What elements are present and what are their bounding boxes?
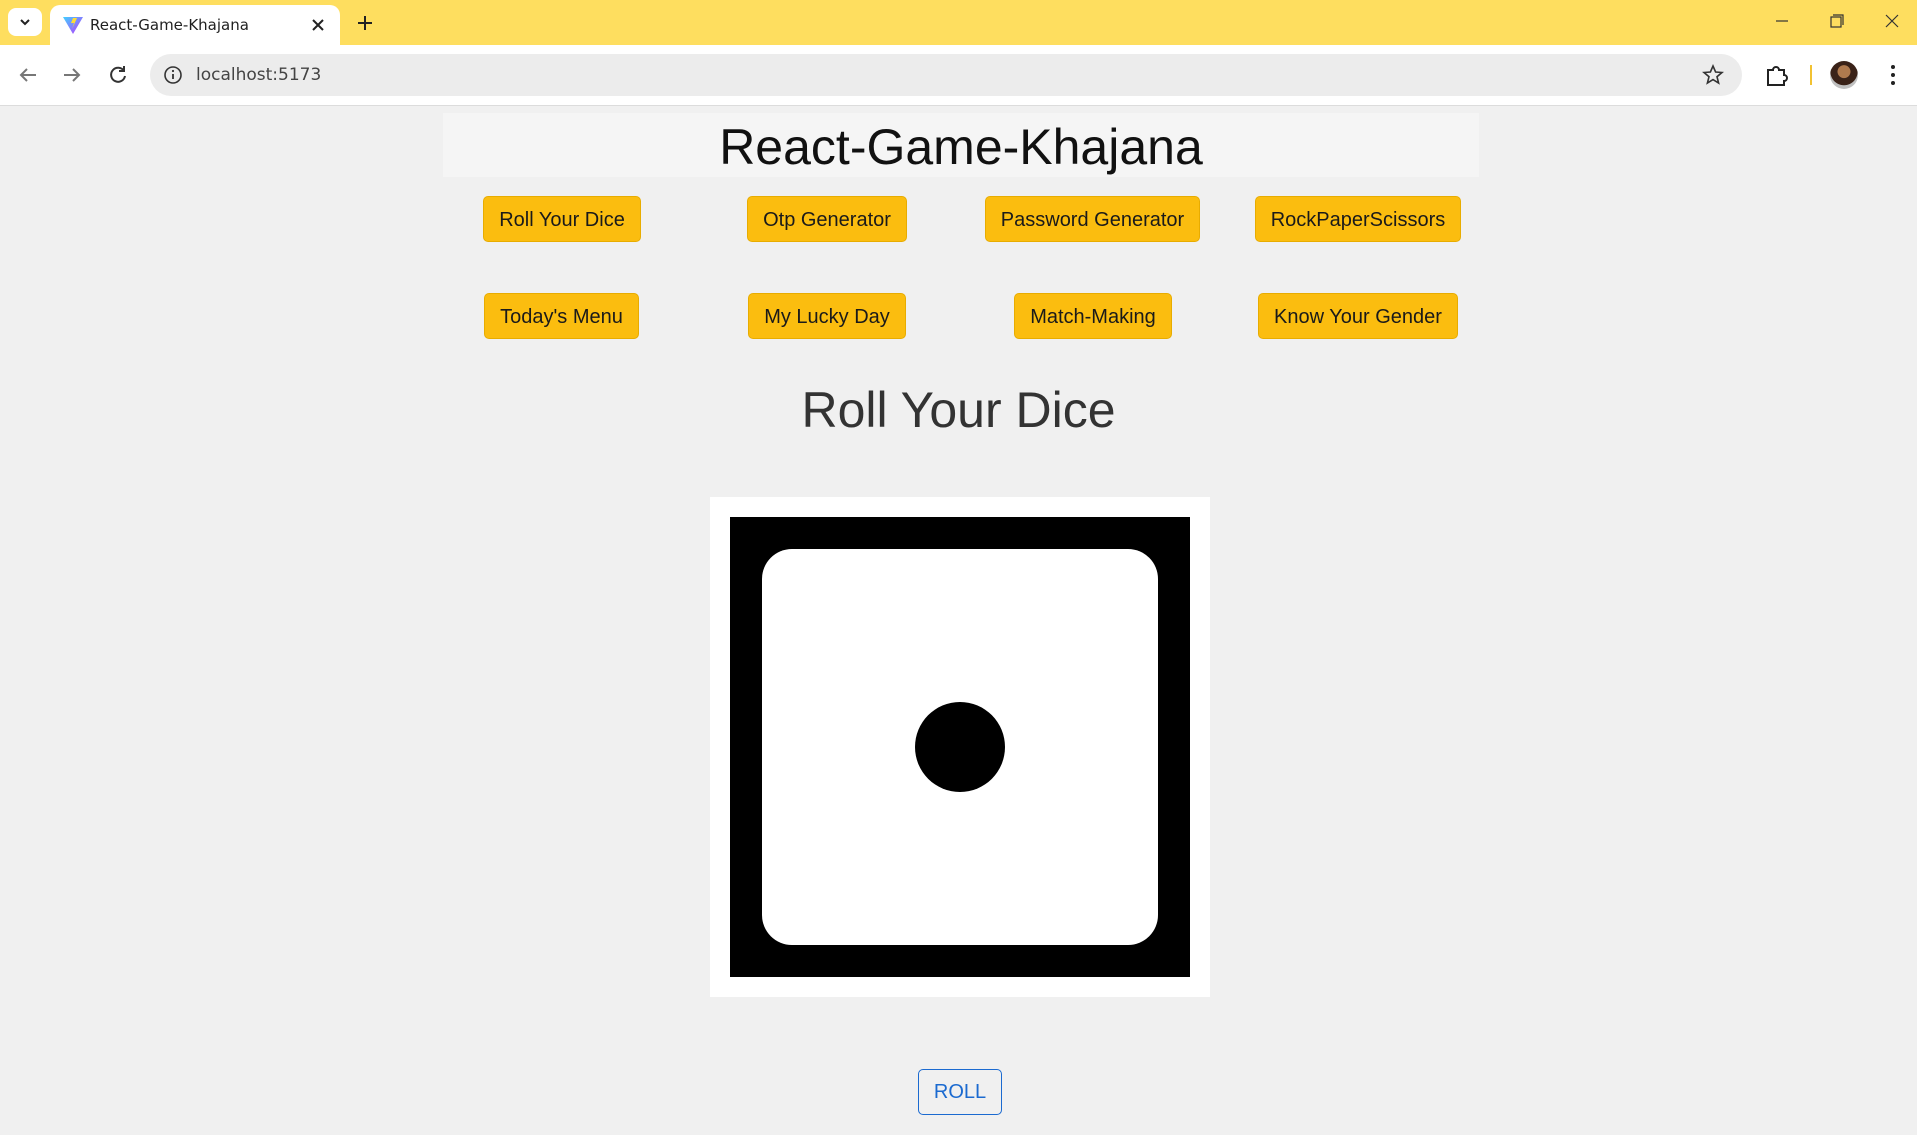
browser-tab-strip: React-Game-Khajana	[0, 0, 1917, 45]
more-menu-icon[interactable]	[1878, 60, 1908, 90]
vite-logo-icon	[63, 17, 83, 34]
close-icon[interactable]	[308, 15, 328, 35]
roll-button[interactable]: ROLL	[918, 1069, 1002, 1115]
nav-know-your-gender-button[interactable]: Know Your Gender	[1258, 293, 1458, 339]
game-title: Roll Your Dice	[801, 382, 1116, 438]
nav-rock-paper-scissors-button[interactable]: RockPaperScissors	[1255, 196, 1461, 242]
dice-pip	[915, 702, 1005, 792]
nav-match-making-button[interactable]: Match-Making	[1014, 293, 1172, 339]
tab-title: React-Game-Khajana	[90, 16, 249, 34]
nav-todays-menu-button[interactable]: Today's Menu	[484, 293, 639, 339]
dice-face	[762, 549, 1158, 945]
profile-avatar[interactable]	[1830, 61, 1858, 89]
tab-search-button[interactable]	[8, 8, 42, 36]
nav-roll-your-dice-button[interactable]: Roll Your Dice	[483, 196, 641, 242]
site-info-icon[interactable]	[162, 64, 184, 86]
restore-icon[interactable]	[1816, 8, 1856, 34]
chevron-down-icon	[20, 19, 30, 26]
minimize-icon[interactable]	[1762, 8, 1802, 34]
forward-arrow-icon[interactable]	[58, 61, 86, 89]
nav-password-generator-button[interactable]: Password Generator	[985, 196, 1200, 242]
page-content: React-Game-Khajana Roll Your Dice Otp Ge…	[0, 105, 1917, 1135]
bookmark-star-icon[interactable]	[1702, 64, 1724, 86]
browser-tab-active[interactable]: React-Game-Khajana	[50, 5, 340, 45]
back-arrow-icon[interactable]	[14, 61, 42, 89]
nav-otp-generator-button[interactable]: Otp Generator	[747, 196, 907, 242]
url-text[interactable]: localhost:5173	[196, 65, 321, 85]
dice-image	[730, 517, 1190, 977]
browser-toolbar: localhost:5173	[0, 45, 1917, 106]
toolbar-separator	[1810, 65, 1812, 85]
extensions-puzzle-icon[interactable]	[1762, 60, 1792, 90]
new-tab-plus-icon[interactable]	[352, 10, 378, 36]
app-title: React-Game-Khajana	[443, 113, 1479, 177]
window-close-icon[interactable]	[1872, 8, 1912, 34]
reload-icon[interactable]	[104, 61, 132, 89]
dice-card	[710, 497, 1210, 997]
nav-my-lucky-day-button[interactable]: My Lucky Day	[748, 293, 906, 339]
address-bar[interactable]: localhost:5173	[150, 54, 1742, 96]
